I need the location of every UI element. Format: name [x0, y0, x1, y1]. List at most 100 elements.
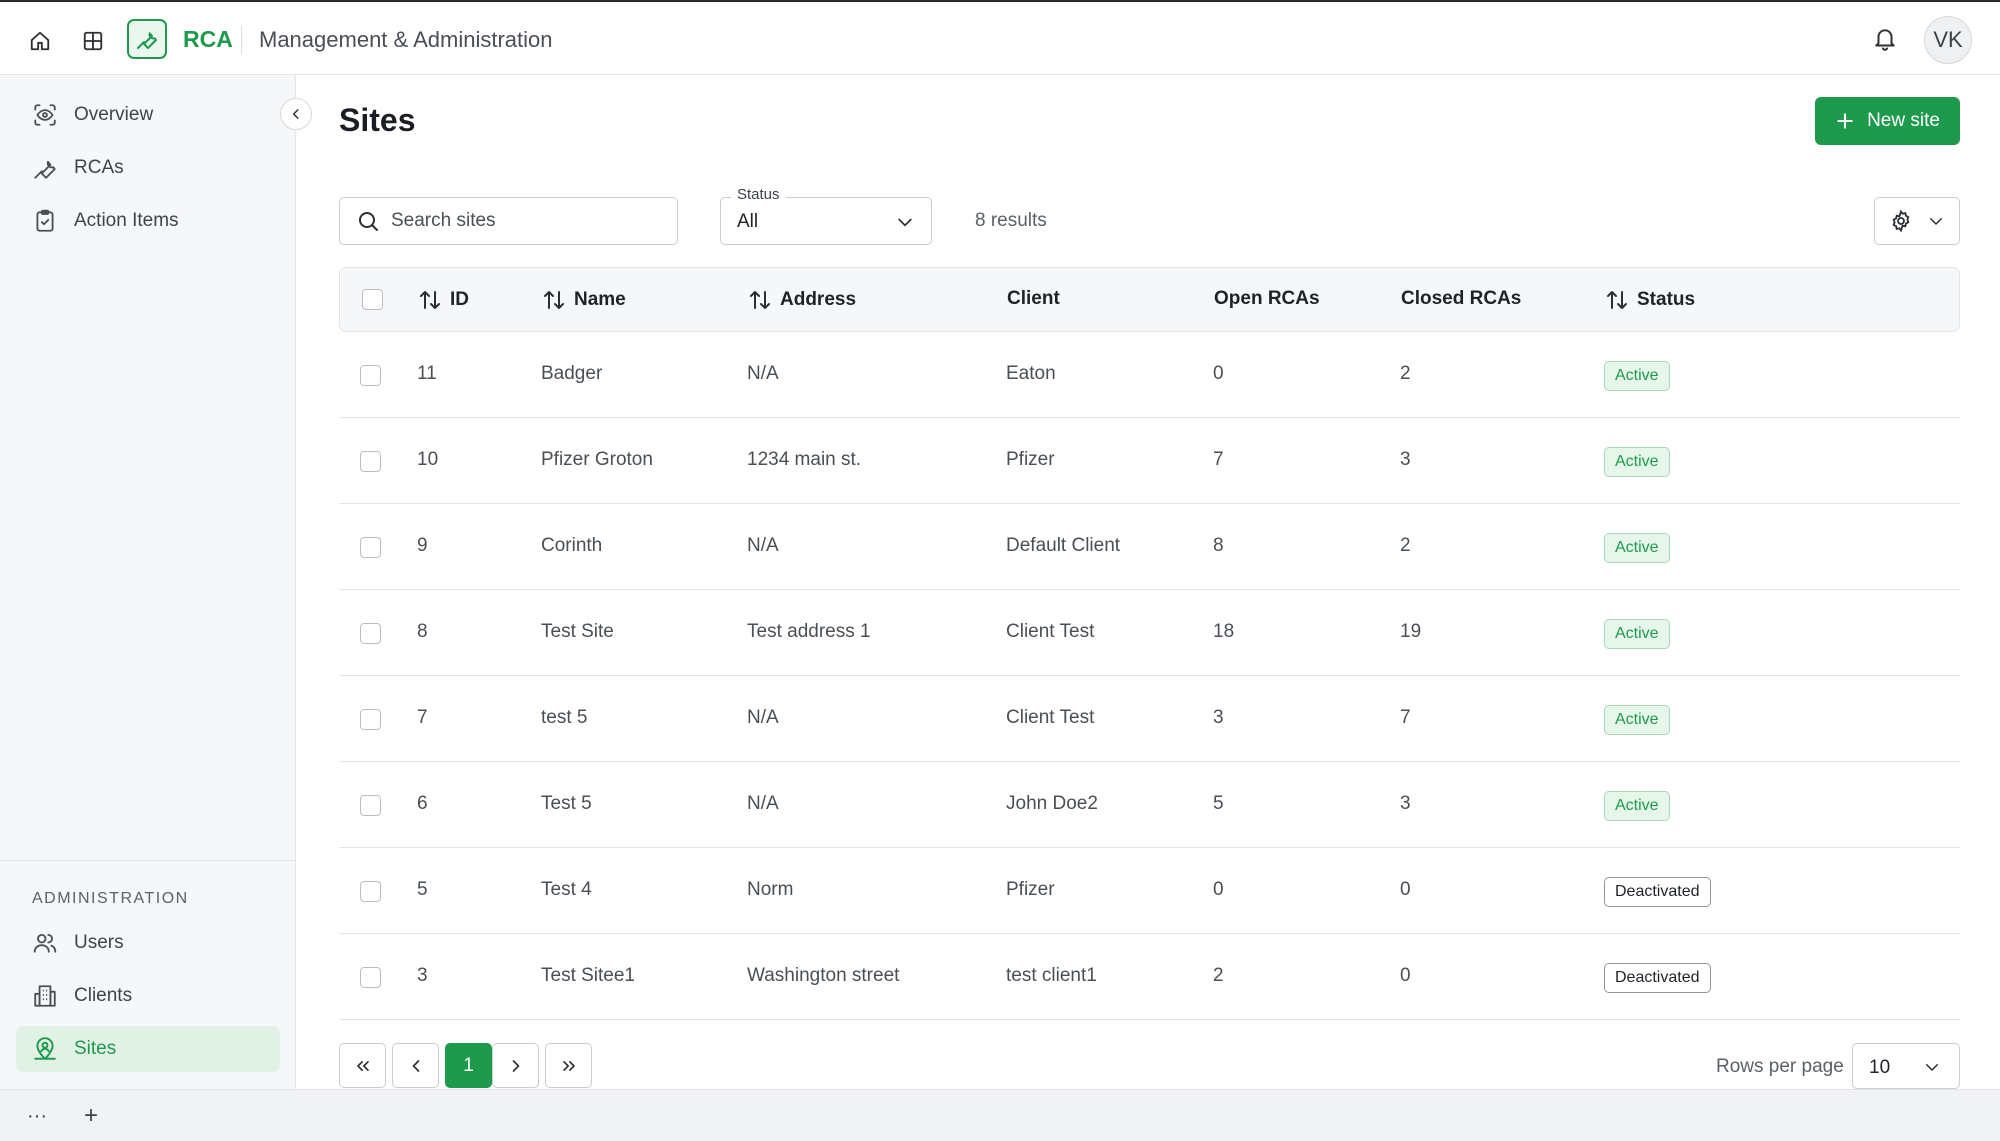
next-page-button[interactable] [492, 1043, 539, 1088]
status-badge: Deactivated [1604, 877, 1711, 907]
sidebar-item-label: Clients [74, 985, 133, 1006]
row-checkbox[interactable] [360, 795, 381, 816]
search-input[interactable] [391, 210, 651, 232]
cell-address: 1234 main st. [747, 449, 862, 470]
row-checkbox[interactable] [360, 365, 381, 386]
cell-closed-rcas: 3 [1400, 449, 1411, 470]
cell-name[interactable]: Pfizer Groton [541, 449, 653, 471]
sidebar: Overview RCAs Action Items ADMINISTRATIO… [0, 75, 296, 1089]
row-checkbox[interactable] [360, 451, 381, 472]
row-checkbox[interactable] [360, 967, 381, 988]
cell-open-rcas: 8 [1213, 535, 1224, 556]
cell-address: N/A [747, 793, 779, 814]
sidebar-item-label: Action Items [74, 210, 179, 231]
sidebar-item-sites[interactable]: Sites [16, 1026, 280, 1072]
status-badge: Active [1604, 791, 1670, 821]
cell-client: Client Test [1006, 707, 1095, 728]
cell-name[interactable]: test 5 [541, 707, 587, 729]
building-icon [30, 981, 60, 1011]
sidebar-item-users[interactable]: Users [16, 920, 280, 966]
table-row[interactable]: 11 Badger N/A Eaton 0 2 Active [339, 332, 1960, 418]
new-site-button[interactable]: New site [1815, 97, 1960, 145]
status-badge: Active [1604, 705, 1670, 735]
search-icon [355, 208, 381, 234]
cell-open-rcas: 3 [1213, 707, 1224, 728]
table-row[interactable]: 5 Test 4 Norm Pfizer 0 0 Deactivated [339, 848, 1960, 934]
status-badge: Active [1604, 619, 1670, 649]
column-header-client: Client [1007, 288, 1060, 309]
rows-per-page-select[interactable]: 10 [1852, 1043, 1960, 1089]
table-settings-button[interactable] [1874, 197, 1960, 245]
sort-icon [544, 291, 564, 309]
status-select[interactable]: Status All [720, 186, 932, 245]
overview-icon [30, 100, 60, 130]
sidebar-collapse-button[interactable] [280, 98, 312, 130]
select-all-checkbox[interactable] [362, 289, 383, 310]
cell-id: 9 [417, 535, 428, 556]
table-row[interactable]: 3 Test Sitee1 Washington street test cli… [339, 934, 1960, 1020]
first-page-button[interactable] [339, 1043, 386, 1088]
chevron-left-icon [412, 1059, 419, 1072]
cell-client: Eaton [1006, 363, 1056, 384]
row-checkbox[interactable] [360, 709, 381, 730]
sidebar-item-rcas[interactable]: RCAs [16, 145, 280, 191]
cell-closed-rcas: 0 [1400, 965, 1411, 986]
bottom-bar: ··· + [0, 1089, 2000, 1141]
cell-name[interactable]: Corinth [541, 535, 602, 557]
cell-address: N/A [747, 707, 779, 728]
bell-icon[interactable] [1868, 22, 1902, 56]
cell-client: test client1 [1006, 965, 1097, 986]
cell-name[interactable]: Test Site [541, 621, 614, 643]
more-options-icon[interactable]: ··· [23, 1102, 51, 1130]
status-badge: Active [1604, 361, 1670, 391]
sidebar-item-label: RCAs [74, 157, 124, 178]
cell-client: Client Test [1006, 621, 1095, 642]
cell-name[interactable]: Test 5 [541, 793, 592, 815]
chevrons-right-icon [562, 1060, 575, 1071]
cell-id: 7 [417, 707, 428, 728]
chevron-down-icon [895, 212, 915, 237]
cell-name[interactable]: Badger [541, 363, 602, 385]
table-row[interactable]: 10 Pfizer Groton 1234 main st. Pfizer 7 … [339, 418, 1960, 504]
status-badge: Active [1604, 533, 1670, 563]
table-row[interactable]: 8 Test Site Test address 1 Client Test 1… [339, 590, 1960, 676]
sidebar-admin-heading: ADMINISTRATION [32, 890, 189, 907]
previous-page-button[interactable] [392, 1043, 439, 1088]
sidebar-item-clients[interactable]: Clients [16, 973, 280, 1019]
cell-closed-rcas: 3 [1400, 793, 1411, 814]
row-checkbox[interactable] [360, 537, 381, 558]
cell-client: Pfizer [1006, 879, 1055, 900]
search-box[interactable] [339, 197, 678, 245]
sidebar-item-label: Sites [74, 1038, 117, 1059]
grid-icon[interactable] [76, 24, 110, 58]
add-icon[interactable]: + [77, 1102, 105, 1130]
column-header-name[interactable]: Name [542, 288, 626, 312]
last-page-button[interactable] [545, 1043, 592, 1088]
sidebar-item-overview[interactable]: Overview [16, 92, 280, 138]
cell-address: Norm [747, 879, 794, 900]
cell-open-rcas: 7 [1213, 449, 1224, 470]
row-checkbox[interactable] [360, 881, 381, 902]
cell-name[interactable]: Test 4 [541, 879, 592, 901]
home-icon[interactable] [23, 24, 57, 58]
cell-id: 3 [417, 965, 428, 986]
cell-client: John Doe2 [1006, 793, 1098, 814]
app-logo[interactable] [127, 19, 167, 59]
cell-id: 5 [417, 879, 428, 900]
table-row[interactable]: 6 Test 5 N/A John Doe2 5 3 Active [339, 762, 1960, 848]
column-header-address[interactable]: Address [748, 288, 856, 312]
user-avatar[interactable]: VK [1924, 16, 1972, 64]
table-row[interactable]: 7 test 5 N/A Client Test 3 7 Active [339, 676, 1960, 762]
app-name[interactable]: RCA [183, 26, 233, 53]
table-row[interactable]: 9 Corinth N/A Default Client 8 2 Active [339, 504, 1960, 590]
column-header-id[interactable]: ID [418, 288, 469, 312]
column-header-status[interactable]: Status [1605, 288, 1695, 312]
users-icon [30, 928, 60, 958]
new-site-button-label: New site [1867, 110, 1940, 131]
cell-name[interactable]: Test Sitee1 [541, 965, 635, 987]
page-button-current[interactable]: 1 [445, 1043, 492, 1088]
sidebar-item-action-items[interactable]: Action Items [16, 198, 280, 244]
chevrons-left-icon [356, 1060, 369, 1071]
row-checkbox[interactable] [360, 623, 381, 644]
clipboard-check-icon [30, 206, 60, 236]
